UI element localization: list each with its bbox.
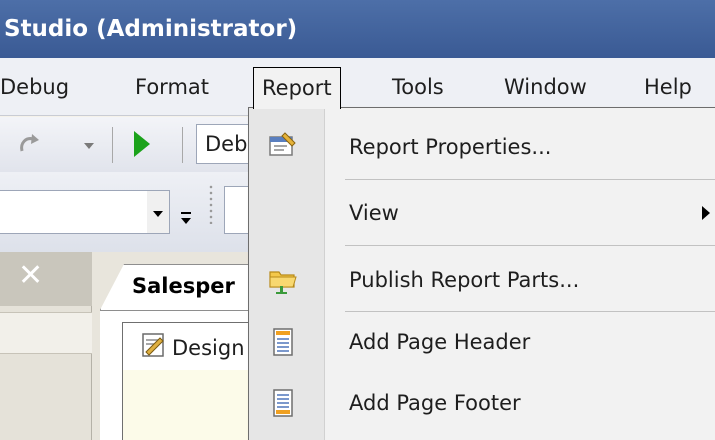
toolbar-separator [182, 127, 183, 163]
menu-item-add-page-header[interactable]: Add Page Header [249, 312, 715, 372]
chevron-down-icon [153, 211, 163, 217]
toolbar-grip-icon[interactable] [208, 184, 214, 224]
menu-item-label: Report Properties... [349, 135, 552, 159]
play-icon[interactable] [134, 131, 150, 157]
menu-item-label: Publish Report Parts... [349, 268, 580, 292]
menu-item-publish-report-parts[interactable]: Publish Report Parts... [249, 250, 715, 310]
window-title: Studio (Administrator) [4, 16, 298, 42]
menu-item-add-page-footer[interactable]: Add Page Footer [249, 373, 715, 433]
title-bar: Studio (Administrator) [0, 0, 715, 58]
menu-window[interactable]: Window [504, 67, 587, 107]
menu-debug[interactable]: Debug [0, 67, 69, 107]
menu-help[interactable]: Help [644, 67, 692, 107]
design-icon [142, 333, 164, 357]
menu-format[interactable]: Format [135, 67, 209, 107]
report-menu-dropdown: Report Properties... View Publish Report… [248, 107, 715, 440]
menu-item-report-properties[interactable]: Report Properties... [249, 117, 715, 177]
tool-window-header: ✕ [0, 252, 92, 306]
close-icon[interactable]: ✕ [18, 256, 43, 296]
document-tab-label: Salesper [132, 274, 235, 298]
page-footer-icon [273, 389, 293, 417]
submenu-arrow-icon [702, 206, 710, 220]
menu-separator [345, 245, 715, 246]
tab-design-label: Design [172, 336, 245, 360]
redo-dropdown-arrow-icon[interactable] [84, 143, 94, 149]
menu-report[interactable]: Report [253, 67, 341, 109]
toolbar-separator [112, 127, 113, 163]
menu-item-label: Add Page Footer [349, 391, 521, 415]
menu-item-label: View [349, 201, 399, 225]
menu-item-view[interactable]: View [249, 183, 715, 243]
publish-icon [269, 271, 297, 294]
combo-dropdown-button[interactable] [147, 191, 169, 233]
page-header-icon [273, 328, 293, 356]
toolbar-combo[interactable] [0, 190, 170, 234]
redo-icon[interactable] [16, 131, 44, 159]
menu-item-label: Add Page Header [349, 330, 531, 354]
tool-window-strip [0, 312, 92, 354]
toolbar-overflow-icon[interactable] [178, 204, 194, 232]
menu-separator [345, 179, 715, 180]
report-properties-icon [269, 132, 296, 156]
menu-tools[interactable]: Tools [392, 67, 444, 107]
